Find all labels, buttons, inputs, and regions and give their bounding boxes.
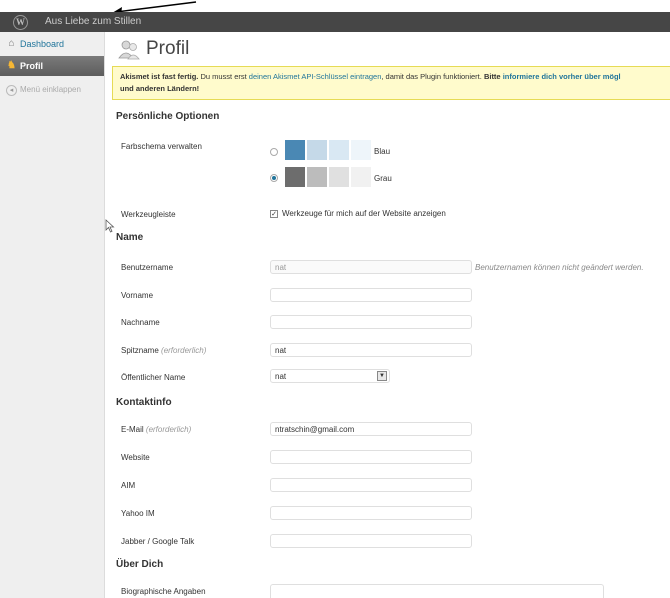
notice-info-link[interactable]: informiere dich vorher über mögl <box>503 72 621 81</box>
section-heading-name: Name <box>116 232 144 243</box>
required-hint: (erforderlich) <box>145 425 192 434</box>
sidebar-collapse-menu[interactable]: ◂ Menü einklappen <box>0 81 104 99</box>
notice-bold: Bitte <box>483 72 501 81</box>
sidebar-item-dashboard[interactable]: ⌂ Dashboard <box>0 35 104 53</box>
notice-bold-lead: Akismet ist fast fertig. <box>120 72 199 81</box>
admin-bar: W Aus Liebe zum Stillen <box>0 12 670 32</box>
page-title: Profil <box>146 38 190 59</box>
email-label: E-Mail (erforderlich) <box>121 425 191 434</box>
color-swatch <box>351 140 371 160</box>
color-swatch <box>307 140 327 160</box>
collapse-icon: ◂ <box>6 85 17 96</box>
jabber-input[interactable] <box>270 534 472 548</box>
site-title-link[interactable]: Aus Liebe zum Stillen <box>45 16 141 27</box>
notice-line-2: und anderen Ländern! <box>120 84 200 93</box>
notice-text: , damit das Plugin funktioniert. <box>381 72 484 81</box>
chevron-down-icon[interactable]: ▼ <box>377 371 387 381</box>
color-swatch <box>285 167 305 187</box>
top-strip <box>0 0 670 12</box>
sidebar-item-profil[interactable]: ♞ Profil <box>0 56 104 76</box>
email-input[interactable]: ntratschin@gmail.com <box>270 422 472 436</box>
toolbar-checkbox-label: Werkzeuge für mich auf der Website anzei… <box>282 209 446 218</box>
nickname-input[interactable]: nat <box>270 343 472 357</box>
display-name-selected: nat <box>275 372 287 381</box>
jabber-label: Jabber / Google Talk <box>121 537 195 546</box>
aim-input[interactable] <box>270 478 472 492</box>
color-swatch <box>351 167 371 187</box>
color-swatch <box>285 140 305 160</box>
sidebar-item-label: Menü einklappen <box>20 85 81 94</box>
toolbar-checkbox[interactable]: ✓ <box>270 210 278 218</box>
users-icon <box>118 40 140 60</box>
display-name-select[interactable]: nat ▼ <box>270 369 390 383</box>
color-scheme-name: Grau <box>374 174 392 183</box>
yahoo-input[interactable] <box>270 506 472 520</box>
firstname-input[interactable] <box>270 288 472 302</box>
website-input[interactable] <box>270 450 472 464</box>
username-description: Benutzernamen können nicht geändert werd… <box>475 263 644 272</box>
user-icon: ♞ <box>7 60 16 71</box>
yahoo-label: Yahoo IM <box>121 509 155 518</box>
color-scheme-label: Farbschema verwalten <box>121 142 202 151</box>
website-label: Website <box>121 453 150 462</box>
sidebar-item-label: Profil <box>20 61 44 71</box>
mouse-cursor-icon <box>105 219 115 233</box>
username-label: Benutzername <box>121 263 174 272</box>
username-input: nat <box>270 260 472 274</box>
bio-label: Biographische Angaben <box>121 587 206 596</box>
home-icon: ⌂ <box>8 38 15 49</box>
color-scheme-radio-blau[interactable] <box>270 148 278 156</box>
display-name-label: Öffentlicher Name <box>121 373 186 382</box>
email-label-text: E-Mail <box>121 425 144 434</box>
section-heading-about: Über Dich <box>116 559 164 570</box>
bio-textarea[interactable] <box>270 584 604 598</box>
color-scheme-radio-grau[interactable] <box>270 174 278 182</box>
toolbar-label: Werkzeugleiste <box>121 210 176 219</box>
akismet-notice: Akismet ist fast fertig. Du musst erst d… <box>112 66 670 100</box>
required-hint: (erforderlich) <box>161 346 207 355</box>
color-swatch <box>329 167 349 187</box>
section-heading-personal: Persönliche Optionen <box>116 111 220 122</box>
aim-label: AIM <box>121 481 136 490</box>
color-swatch <box>329 140 349 160</box>
sidebar-item-label: Dashboard <box>20 39 65 49</box>
admin-sidebar: ⌂ Dashboard ♞ Profil ◂ Menü einklappen <box>0 32 105 598</box>
nickname-label-text: Spitzname <box>121 346 159 355</box>
notice-text: Du musst erst <box>198 72 249 81</box>
nickname-label: Spitzname (erforderlich) <box>121 346 206 355</box>
section-heading-contact: Kontaktinfo <box>116 397 172 408</box>
color-swatch <box>307 167 327 187</box>
wordpress-logo-icon[interactable]: W <box>13 15 28 30</box>
akismet-key-link[interactable]: deinen Akismet API-Schlüssel eintragen <box>249 72 382 81</box>
firstname-label: Vorname <box>121 291 154 300</box>
lastname-label: Nachname <box>121 318 160 327</box>
lastname-input[interactable] <box>270 315 472 329</box>
color-scheme-name: Blau <box>374 147 391 156</box>
